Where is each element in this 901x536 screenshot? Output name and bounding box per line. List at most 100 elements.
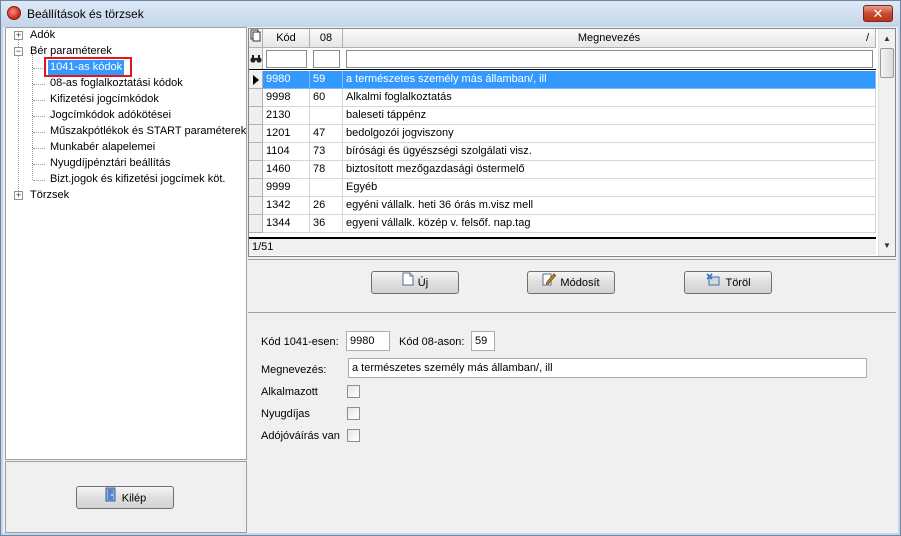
- tree-item-wage-elements[interactable]: Munkabér alapelemei: [6, 140, 246, 155]
- title-bar: Beállítások és törzsek ✕: [1, 1, 900, 27]
- expand-icon[interactable]: +: [14, 191, 23, 200]
- cell-kod[interactable]: 1344: [263, 215, 310, 233]
- grid-scrollbar[interactable]: ▲ ▼: [878, 29, 895, 256]
- cell-megnevezes[interactable]: Alkalmi foglalkoztatás: [343, 89, 876, 107]
- divider: [248, 312, 896, 313]
- cell-megnevezes[interactable]: Egyéb: [343, 179, 876, 197]
- tree-item-adok[interactable]: + Adók: [6, 28, 246, 43]
- column-header-megnevezes[interactable]: Megnevezés /: [343, 29, 876, 48]
- cell-08[interactable]: 59: [310, 71, 343, 89]
- employee-label: Alkalmazott: [261, 386, 318, 398]
- filter-megnevezes-input[interactable]: [346, 50, 873, 68]
- cell-08[interactable]: 26: [310, 197, 343, 215]
- delete-button[interactable]: Töröl: [684, 271, 772, 294]
- new-button-label: Új: [417, 276, 429, 289]
- window-title: Beállítások és törzsek: [27, 7, 144, 21]
- cell-kod[interactable]: 9980: [263, 71, 310, 89]
- tree-item-label: Bizt.jogok és kifizetési jogcímek köt.: [50, 173, 226, 185]
- scroll-up-icon[interactable]: ▲: [879, 31, 895, 47]
- code-08-field[interactable]: 59: [471, 331, 495, 351]
- code-1041-field[interactable]: 9980: [346, 331, 390, 351]
- scroll-thumb[interactable]: [880, 48, 894, 78]
- cell-megnevezes[interactable]: egyeni vállalk. közép v. felsőf. nap.tag: [343, 215, 876, 233]
- row-indicator[interactable]: [249, 125, 263, 143]
- filter-row: [249, 48, 876, 70]
- filter-kod-input[interactable]: [266, 50, 307, 68]
- table-row[interactable]: 1344 36 egyeni vállalk. közép v. felsőf. n…: [249, 215, 876, 233]
- sort-indicator-icon: /: [865, 32, 869, 44]
- employee-checkbox[interactable]: [347, 385, 360, 398]
- name-field[interactable]: a természetes személy más államban/, ill: [348, 358, 867, 378]
- tax-credit-checkbox[interactable]: [347, 429, 360, 442]
- row-indicator[interactable]: [249, 89, 263, 107]
- tree-item-payment-codes[interactable]: Kifizetési jogcímkódok: [6, 92, 246, 107]
- cell-kod[interactable]: 9999: [263, 179, 310, 197]
- cell-kod[interactable]: 9998: [263, 89, 310, 107]
- settings-window: Beállítások és törzsek ✕ + Adók − Bér pa…: [0, 0, 901, 536]
- tree-item-shift-allowances[interactable]: Műszakpótlékok és START paraméterek: [6, 124, 246, 139]
- column-header-kod[interactable]: Kód: [263, 29, 310, 48]
- row-indicator[interactable]: [249, 161, 263, 179]
- new-document-icon: [402, 272, 414, 294]
- record-counter: 1/51: [249, 237, 876, 255]
- edit-icon: [542, 272, 557, 294]
- exit-button[interactable]: Kilép: [76, 486, 174, 509]
- cell-08[interactable]: 47: [310, 125, 343, 143]
- table-row[interactable]: 9999 Egyéb: [249, 179, 876, 197]
- scroll-down-icon[interactable]: ▼: [879, 238, 895, 254]
- table-row[interactable]: 9998 60 Alkalmi foglalkoztatás: [249, 89, 876, 107]
- grid-corner-icon[interactable]: [249, 29, 263, 48]
- tree-item-label: Kifizetési jogcímkódok: [50, 93, 159, 105]
- tree-item-torzsek[interactable]: + Törzsek: [6, 188, 246, 203]
- cell-08[interactable]: 36: [310, 215, 343, 233]
- row-indicator[interactable]: [249, 107, 263, 125]
- binoculars-icon[interactable]: [249, 48, 263, 69]
- tree-item-pension-fund[interactable]: Nyugdíjpénztári beállítás: [6, 156, 246, 171]
- row-indicator[interactable]: [249, 143, 263, 161]
- table-row[interactable]: 1104 73 bírósági és ügyészségi szolgálati …: [249, 143, 876, 161]
- cell-megnevezes[interactable]: bírósági és ügyészségi szolgálati visz.: [343, 143, 876, 161]
- row-indicator[interactable]: [249, 179, 263, 197]
- tree-item-insurance-links[interactable]: Bizt.jogok és kifizetési jogcímek köt.: [6, 172, 246, 187]
- cell-08[interactable]: [310, 179, 343, 197]
- tree-item-label: Törzsek: [30, 189, 70, 201]
- door-icon: [104, 487, 118, 510]
- cell-08[interactable]: [310, 107, 343, 125]
- tree-item-code-tax-links[interactable]: Jogcímkódok adókötései: [6, 108, 246, 123]
- cell-megnevezes[interactable]: bedolgozói jogviszony: [343, 125, 876, 143]
- cell-08[interactable]: 73: [310, 143, 343, 161]
- cell-megnevezes[interactable]: a természetes személy más államban/, ill: [343, 71, 876, 89]
- row-indicator[interactable]: [249, 215, 263, 233]
- cell-kod[interactable]: 1201: [263, 125, 310, 143]
- exit-panel: Kilép: [5, 461, 247, 533]
- filter-08-input[interactable]: [313, 50, 340, 68]
- table-row[interactable]: 1460 78 biztosított mezőgazdasági östermel…: [249, 161, 876, 179]
- cell-kod[interactable]: 1104: [263, 143, 310, 161]
- cell-megnevezes[interactable]: biztosított mezőgazdasági östermelő: [343, 161, 876, 179]
- exit-button-label: Kilép: [121, 492, 147, 505]
- table-row[interactable]: 9980 59 a természetes személy más államban…: [249, 71, 876, 89]
- table-row[interactable]: 1201 47 bedolgozói jogviszony: [249, 125, 876, 143]
- tax-credit-label: Adójóváírás van: [261, 430, 340, 442]
- close-button[interactable]: ✕: [863, 5, 893, 22]
- new-button[interactable]: Új: [371, 271, 459, 294]
- cell-08[interactable]: 60: [310, 89, 343, 107]
- cell-08[interactable]: 78: [310, 161, 343, 179]
- cell-kod[interactable]: 1460: [263, 161, 310, 179]
- cell-kod[interactable]: 2130: [263, 107, 310, 125]
- tree-item-08-codes[interactable]: 08-as foglalkoztatási kódok: [6, 76, 246, 91]
- delete-icon: [705, 272, 721, 294]
- pensioner-checkbox[interactable]: [347, 407, 360, 420]
- modify-button[interactable]: Módosít: [527, 271, 615, 294]
- current-row-indicator-icon[interactable]: [249, 71, 263, 89]
- name-label: Megnevezés:: [261, 364, 327, 376]
- cell-kod[interactable]: 1342: [263, 197, 310, 215]
- expand-icon[interactable]: +: [14, 31, 23, 40]
- column-header-08[interactable]: 08: [310, 29, 343, 48]
- table-row[interactable]: 1342 26 egyéni vállalk. heti 36 órás m.vis…: [249, 197, 876, 215]
- collapse-icon[interactable]: −: [14, 47, 23, 56]
- cell-megnevezes[interactable]: baleseti táppénz: [343, 107, 876, 125]
- table-row[interactable]: 2130 baleseti táppénz: [249, 107, 876, 125]
- row-indicator[interactable]: [249, 197, 263, 215]
- cell-megnevezes[interactable]: egyéni vállalk. heti 36 órás m.visz mell: [343, 197, 876, 215]
